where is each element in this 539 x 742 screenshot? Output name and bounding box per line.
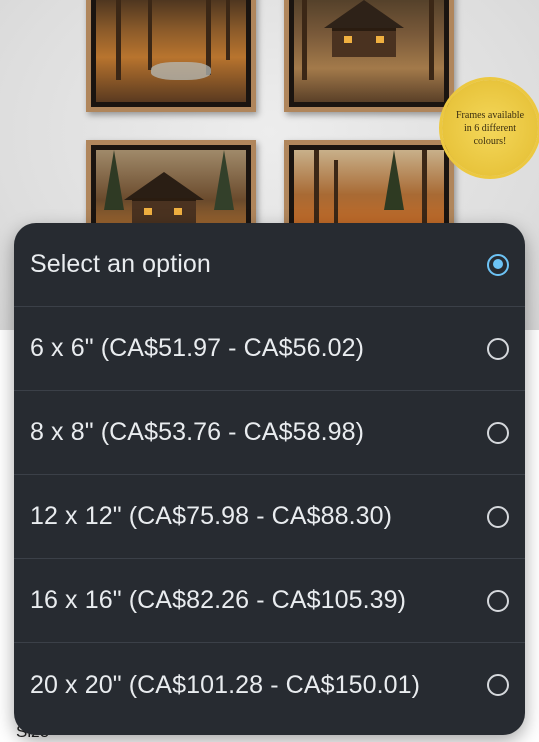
option-label: 6 x 6" (CA$51.97 - CA$56.02) (30, 334, 365, 362)
radio-unselected-icon[interactable] (487, 421, 509, 444)
option-label: Select an option (30, 250, 211, 278)
radio-unselected-icon[interactable] (487, 337, 509, 360)
frame-colours-seal: Frames available in 6 different colours! (442, 80, 538, 176)
size-option-dropdown: Select an option 6 x 6" (CA$51.97 - CA$5… (14, 223, 525, 735)
radio-unselected-icon[interactable] (487, 674, 509, 696)
option-label: 20 x 20" (CA$101.28 - CA$150.01) (30, 670, 421, 699)
option-label: 8 x 8" (CA$53.76 - CA$58.98) (30, 418, 365, 446)
framed-print-forest-stream (86, 0, 256, 112)
radio-unselected-icon[interactable] (487, 589, 509, 612)
option-select-an-option[interactable]: Select an option (14, 223, 525, 307)
seal-text: Frames available in 6 different colours! (455, 109, 525, 147)
radio-selected-icon[interactable] (487, 253, 509, 276)
option-16x16[interactable]: 16 x 16" (CA$82.26 - CA$105.39) (14, 559, 525, 643)
option-8x8[interactable]: 8 x 8" (CA$53.76 - CA$58.98) (14, 391, 525, 475)
option-6x6[interactable]: 6 x 6" (CA$51.97 - CA$56.02) (14, 307, 525, 391)
radio-unselected-icon[interactable] (487, 505, 509, 528)
option-12x12[interactable]: 12 x 12" (CA$75.98 - CA$88.30) (14, 475, 525, 559)
option-label: 12 x 12" (CA$75.98 - CA$88.30) (30, 502, 393, 530)
option-label: 16 x 16" (CA$82.26 - CA$105.39) (30, 586, 407, 614)
option-20x20[interactable]: 20 x 20" (CA$101.28 - CA$150.01) (14, 643, 525, 727)
framed-print-cabin (284, 0, 454, 112)
